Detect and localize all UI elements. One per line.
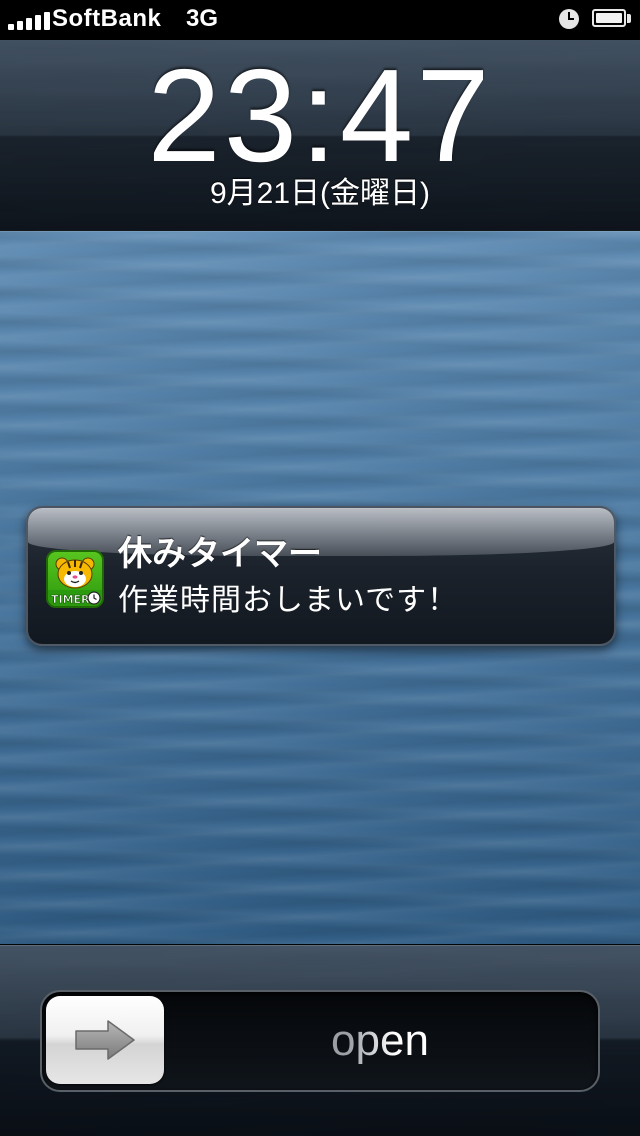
network-type-label: 3G xyxy=(186,5,219,32)
status-bar: SoftBank 3G xyxy=(0,0,640,40)
alarm-clock-icon xyxy=(559,9,579,29)
svg-text:TIMER: TIMER xyxy=(51,593,90,606)
arrow-right-icon xyxy=(75,1020,135,1060)
tiger-timer-app-icon: TIMER xyxy=(46,550,104,608)
unlock-slider-knob[interactable] xyxy=(46,996,164,1084)
lock-screen: SoftBank 3G 23:47 9月21日(金曜日) TIMER 休みタイマ… xyxy=(0,0,640,1136)
battery-cap xyxy=(627,14,631,23)
notification-message: 作業時間おしまいです！ xyxy=(118,584,459,617)
lock-time: 23:47 xyxy=(147,42,493,189)
time-panel: 23:47 9月21日(金曜日) xyxy=(0,40,640,231)
lock-date: 9月21日(金曜日) xyxy=(209,177,431,210)
carrier-label: SoftBank xyxy=(52,5,162,32)
battery-level xyxy=(596,13,622,23)
notification-banner[interactable]: TIMER 休みタイマー 作業時間おしまいです！ xyxy=(26,506,616,646)
unlock-slider-label: open xyxy=(230,1013,530,1069)
unlock-panel: open xyxy=(0,944,640,1136)
signal-icon xyxy=(8,10,50,30)
battery-icon xyxy=(592,9,626,27)
notification-app-name: 休みタイマー xyxy=(118,535,322,573)
